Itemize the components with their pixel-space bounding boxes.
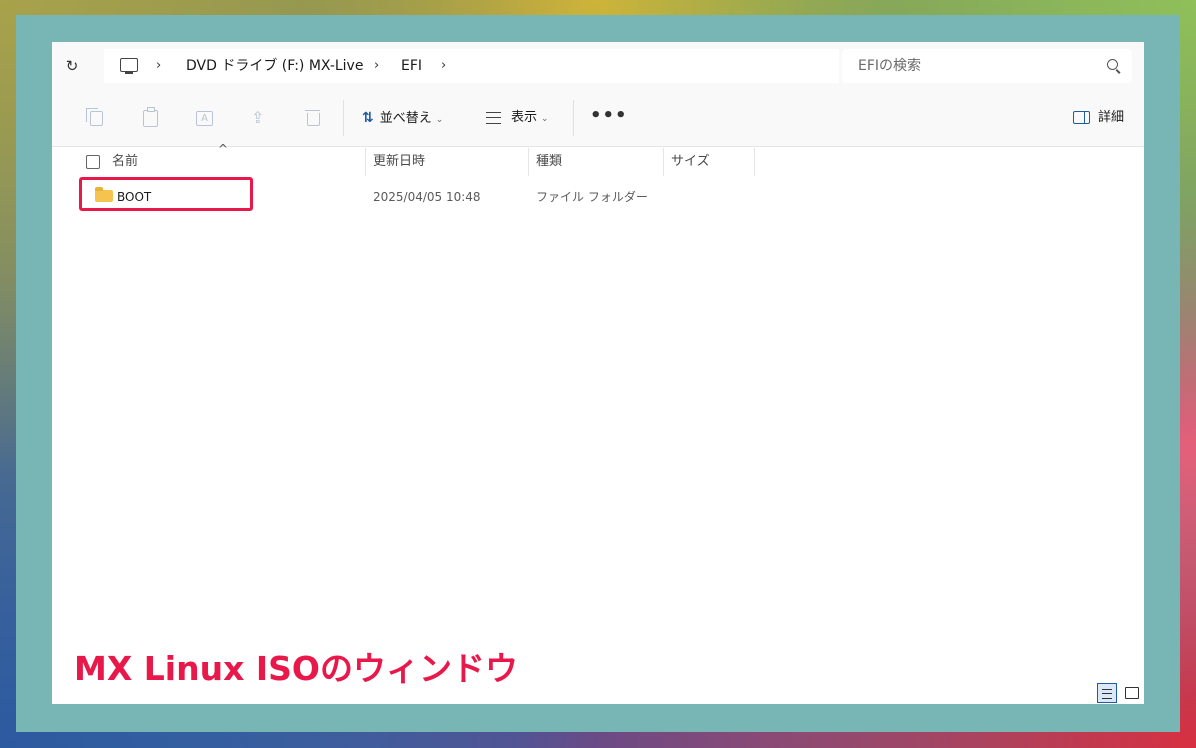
breadcrumb-item-drive[interactable]: DVD ドライブ (F:) MX-Live [186,49,363,83]
highlight-box [79,177,253,211]
details-label: 詳細 [1097,110,1124,125]
column-divider[interactable] [365,148,366,176]
view-label: 表示 [511,110,538,125]
explorer-window: ↻ › DVD ドライブ (F:) MX-Live › EFI › EFIの検索… [52,42,1144,704]
sort-ascending-icon: ^ [218,142,229,156]
breadcrumb-item-efi[interactable]: EFI [401,49,422,83]
caption: MX Linux ISOのウィンドウ [74,649,518,688]
copy-icon[interactable] [86,108,103,126]
sort-icon: ⇅ [362,110,374,126]
view-button[interactable]: 表示 ⌄ [486,90,549,146]
rename-icon[interactable]: A [196,111,213,126]
delete-icon[interactable] [305,110,320,126]
address-row: ↻ › DVD ドライブ (F:) MX-Live › EFI › EFIの検索 [52,42,1144,90]
chevron-right-icon[interactable]: › [156,49,161,83]
column-divider[interactable] [663,148,664,176]
search-icon[interactable] [1107,59,1118,70]
paste-icon[interactable] [143,107,158,127]
details-pane-icon [1072,111,1090,124]
chevron-down-icon: ⌄ [541,114,549,124]
chevron-right-icon[interactable]: › [374,49,379,83]
sort-label: 並べ替え [379,111,432,126]
column-header: ^ 名前 更新日時 種類 サイズ [52,142,1144,176]
toolbar-divider [573,100,574,136]
address-bar[interactable]: › DVD ドライブ (F:) MX-Live › EFI › [104,49,839,83]
column-type[interactable]: 種類 [536,148,562,176]
share-icon[interactable]: ⇪ [251,108,269,127]
toolbar-divider [343,100,344,136]
search-input[interactable]: EFIの検索 [842,49,1132,83]
file-modified: 2025/04/05 10:48 [373,190,481,204]
column-divider[interactable] [754,148,755,176]
refresh-icon[interactable]: ↻ [62,56,82,76]
select-all-checkbox[interactable] [86,155,100,169]
large-icons-view-icon[interactable] [1122,683,1142,703]
file-type: ファイル フォルダー [536,190,648,204]
more-options-button[interactable]: ••• [590,90,628,146]
details-view-icon[interactable] [1097,683,1117,703]
details-pane-button[interactable]: 詳細 [1072,90,1124,146]
column-divider[interactable] [528,148,529,176]
computer-icon[interactable] [120,58,138,74]
search-placeholder: EFIの検索 [858,58,922,74]
chevron-down-icon: ⌄ [435,115,444,125]
chevron-right-icon[interactable]: › [441,49,446,83]
column-name[interactable]: 名前 [112,148,138,176]
sort-button[interactable]: ⇅ 並べ替え ⌄ [362,90,443,146]
column-size[interactable]: サイズ [671,148,710,176]
view-icon [486,111,501,124]
command-bar: A ⇪ ⇅ 並べ替え ⌄ 表示 ⌄ ••• 詳細 [52,90,1144,147]
column-date[interactable]: 更新日時 [373,148,425,176]
